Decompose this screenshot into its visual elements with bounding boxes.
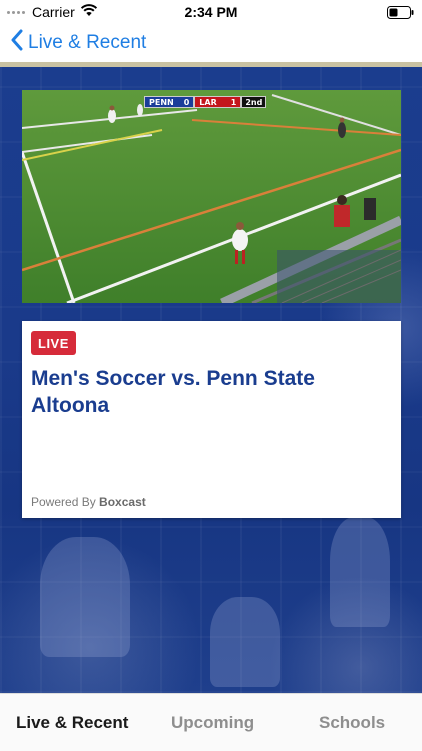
powered-by-brand: Boxcast <box>99 495 146 509</box>
away-team-name: LAR <box>199 97 217 107</box>
away-team-score: 1 <box>230 97 237 107</box>
soccer-field-image <box>22 90 401 303</box>
tab-schools[interactable]: Schools <box>319 713 385 733</box>
back-button[interactable]: Live & Recent <box>10 28 146 58</box>
background-athlete-figure <box>330 517 390 627</box>
scoreboard-away: LAR 1 <box>194 96 242 108</box>
scoreboard-home: PENN 0 <box>144 96 195 108</box>
tab-live-recent[interactable]: Live & Recent <box>16 713 128 733</box>
scoreboard: PENN 0 LAR 1 2nd <box>144 96 267 108</box>
clock: 2:34 PM <box>184 4 238 20</box>
event-title: Men's Soccer vs. Penn State Altoona <box>31 367 315 417</box>
event-card[interactable]: LIVE Men's Soccer vs. Penn State Altoona… <box>22 321 401 518</box>
battery-icon <box>387 6 414 22</box>
powered-by-prefix: Powered By <box>31 495 96 509</box>
back-button-label: Live & Recent <box>28 32 147 53</box>
status-bar: Carrier 2:34 PM <box>0 0 422 24</box>
tab-bar: Live & Recent Upcoming Schools <box>0 693 422 751</box>
home-team-score: 0 <box>183 97 190 107</box>
background-athlete-figure <box>40 537 130 657</box>
powered-by-label: Powered By Boxcast <box>31 495 146 509</box>
chevron-left-icon <box>10 29 28 57</box>
scoreboard-period: 2nd <box>241 96 267 108</box>
navigation-bar: Live & Recent <box>0 24 422 67</box>
video-player[interactable]: PENN 0 LAR 1 2nd <box>22 90 401 303</box>
live-badge: LIVE <box>31 331 76 355</box>
background-athlete-figure <box>210 597 280 687</box>
tab-upcoming[interactable]: Upcoming <box>171 713 254 733</box>
content-area[interactable]: PENN 0 LAR 1 2nd LIVE Men's Soccer vs. P… <box>0 67 422 693</box>
home-team-name: PENN <box>149 97 174 107</box>
